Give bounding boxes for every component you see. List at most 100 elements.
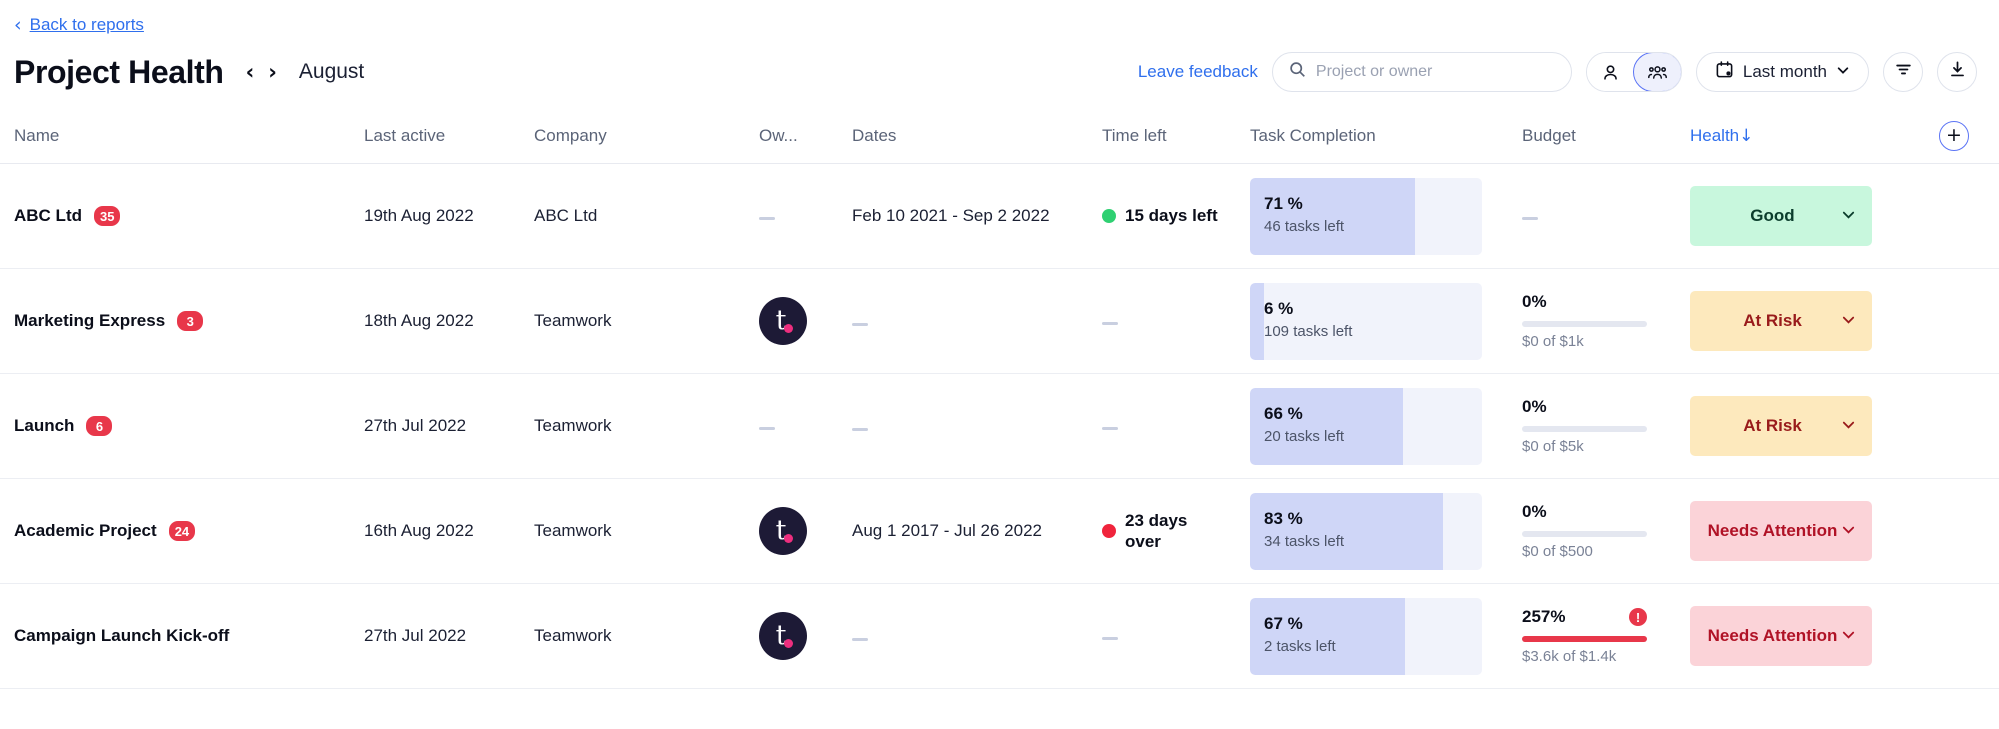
previous-period-button[interactable]: ‹ — [246, 61, 255, 83]
date-range-filter-button[interactable]: Last month — [1695, 52, 1869, 92]
health-status-badge[interactable]: At Risk — [1690, 291, 1872, 351]
cell-budget: 0% $0 of $500 — [1522, 502, 1690, 560]
column-header-last-active[interactable]: Last active — [364, 126, 534, 146]
task-completion-text: 71 % 46 tasks left — [1250, 178, 1482, 235]
column-header-time-left[interactable]: Time left — [1102, 126, 1250, 146]
health-status-label: Needs Attention — [1707, 626, 1838, 645]
cell-name[interactable]: Campaign Launch Kick-off — [14, 626, 364, 646]
download-button[interactable] — [1937, 52, 1977, 92]
cell-task-completion: 6 % 109 tasks left — [1250, 282, 1522, 360]
budget-percent: 0% — [1522, 292, 1547, 311]
tasks-left-label: 46 tasks left — [1264, 217, 1345, 235]
table-row[interactable]: ABC Ltd 35 19th Aug 2022 ABC Ltd Feb 10 2… — [0, 164, 1999, 269]
cell-budget — [1522, 207, 1690, 225]
cell-budget: 257% ! $3.6k of $1.4k — [1522, 607, 1690, 665]
task-completion-bar: 71 % 46 tasks left — [1250, 177, 1482, 255]
row-count-badge: 3 — [177, 311, 204, 331]
row-count-badge: 24 — [168, 521, 196, 541]
cell-name[interactable]: Academic Project 24 — [14, 521, 364, 541]
cell-dates — [852, 416, 1102, 436]
row-count-badge: 35 — [93, 206, 121, 226]
column-header-budget[interactable]: Budget — [1522, 126, 1690, 146]
search-input[interactable] — [1315, 63, 1555, 81]
cell-name[interactable]: Marketing Express 3 — [14, 311, 364, 331]
cell-owner — [759, 207, 852, 225]
cell-dates — [852, 626, 1102, 646]
cell-last-active: 27th Jul 2022 — [364, 416, 467, 435]
next-period-button[interactable]: › — [268, 61, 277, 83]
table-row[interactable]: Marketing Express 3 18th Aug 2022 Teamwor… — [0, 269, 1999, 374]
tasks-left-label: 34 tasks left — [1264, 532, 1345, 550]
column-header-task-completion[interactable]: Task Completion — [1250, 126, 1522, 146]
budget-subtext: $3.6k of $1.4k — [1522, 648, 1617, 665]
budget-cell-content: 0% $0 of $5k — [1522, 397, 1647, 455]
table-row[interactable]: Academic Project 24 16th Aug 2022 Teamwor… — [0, 479, 1999, 584]
budget-progress-track — [1522, 531, 1647, 537]
add-column-button[interactable]: + — [1939, 120, 1969, 151]
view-toggle-group-icon[interactable] — [1632, 53, 1681, 91]
date-range-label: Last month — [1742, 62, 1827, 81]
header-actions: Leave feedback Project or owner Last mon… — [1138, 52, 1977, 92]
avatar: t — [759, 297, 807, 345]
empty-value-dash — [1102, 322, 1118, 325]
health-status-badge[interactable]: Good — [1690, 186, 1872, 246]
project-name: ABC Ltd — [14, 206, 82, 225]
column-header-company[interactable]: Company — [534, 126, 759, 146]
task-completion-percent: 67 % — [1264, 613, 1303, 633]
budget-subtext: $0 of $500 — [1522, 543, 1593, 560]
time-left-label: 15 days left — [1125, 206, 1218, 226]
budget-top: 0% — [1522, 502, 1647, 522]
cell-company: Teamwork — [534, 521, 612, 540]
empty-value-dash — [852, 323, 868, 326]
empty-value-dash — [852, 638, 868, 641]
cell-name[interactable]: ABC Ltd 35 — [14, 206, 364, 226]
leave-feedback-link[interactable]: Leave feedback — [1138, 62, 1258, 82]
cell-company: ABC Ltd — [534, 206, 598, 225]
health-status-badge[interactable]: Needs Attention — [1690, 501, 1872, 561]
view-toggle-person[interactable] — [1586, 53, 1634, 91]
time-status-dot — [1102, 524, 1116, 538]
back-bar: ‹ Back to reports — [0, 0, 1999, 36]
cell-name[interactable]: Launch 6 — [14, 416, 364, 436]
table-header-row: Name Last active Company Ow... Dates Tim… — [0, 108, 1999, 164]
budget-top: 0% — [1522, 292, 1647, 312]
cell-company: Teamwork — [534, 626, 612, 645]
budget-top: 257% ! — [1522, 607, 1647, 627]
health-status-badge[interactable]: At Risk — [1690, 396, 1872, 456]
task-completion-bar: 67 % 2 tasks left — [1250, 597, 1482, 675]
column-header-owner[interactable]: Ow... — [759, 126, 852, 146]
time-left-label: 23 days over — [1125, 510, 1188, 551]
health-status-label: Needs Attention — [1707, 521, 1838, 540]
task-completion-bar: 66 % 20 tasks left — [1250, 387, 1482, 465]
page-title: Project Health — [14, 53, 224, 90]
back-to-reports-link[interactable]: Back to reports — [30, 15, 144, 35]
task-completion-percent: 6 % — [1264, 298, 1294, 318]
budget-percent: 0% — [1522, 502, 1547, 521]
cell-owner: t — [759, 612, 852, 660]
avatar: t — [759, 507, 807, 555]
tasks-left-label: 109 tasks left — [1264, 322, 1353, 340]
health-status-badge[interactable]: Needs Attention — [1690, 606, 1872, 666]
table-body: ABC Ltd 35 19th Aug 2022 ABC Ltd Feb 10 2… — [0, 164, 1999, 689]
filter-button[interactable] — [1883, 52, 1923, 92]
table-row[interactable]: Launch 6 27th Jul 2022 Teamwork 66 % 20 t… — [0, 374, 1999, 479]
cell-owner — [759, 417, 852, 435]
column-header-name[interactable]: Name — [14, 126, 364, 146]
table-row[interactable]: Campaign Launch Kick-off 27th Jul 2022 T… — [0, 584, 1999, 689]
current-period-label: August — [298, 60, 365, 83]
calendar-icon — [1715, 60, 1734, 84]
column-header-dates[interactable]: Dates — [852, 126, 1102, 146]
chevron-down-icon — [1841, 522, 1872, 541]
health-status-label: At Risk — [1743, 416, 1802, 435]
health-status-label: Good — [1750, 206, 1795, 225]
cell-budget: 0% $0 of $1k — [1522, 292, 1690, 350]
avatar-dot — [784, 534, 793, 543]
column-header-health[interactable]: Health↓ — [1690, 126, 1925, 146]
empty-value-dash — [759, 217, 775, 220]
budget-percent: 257% — [1522, 607, 1566, 626]
search-box[interactable] — [1271, 52, 1572, 92]
empty-value-dash — [1522, 217, 1538, 220]
cell-time-left: 15 days left — [1102, 205, 1250, 226]
empty-value-dash — [759, 427, 775, 430]
task-completion-bar: 83 % 34 tasks left — [1250, 492, 1482, 570]
